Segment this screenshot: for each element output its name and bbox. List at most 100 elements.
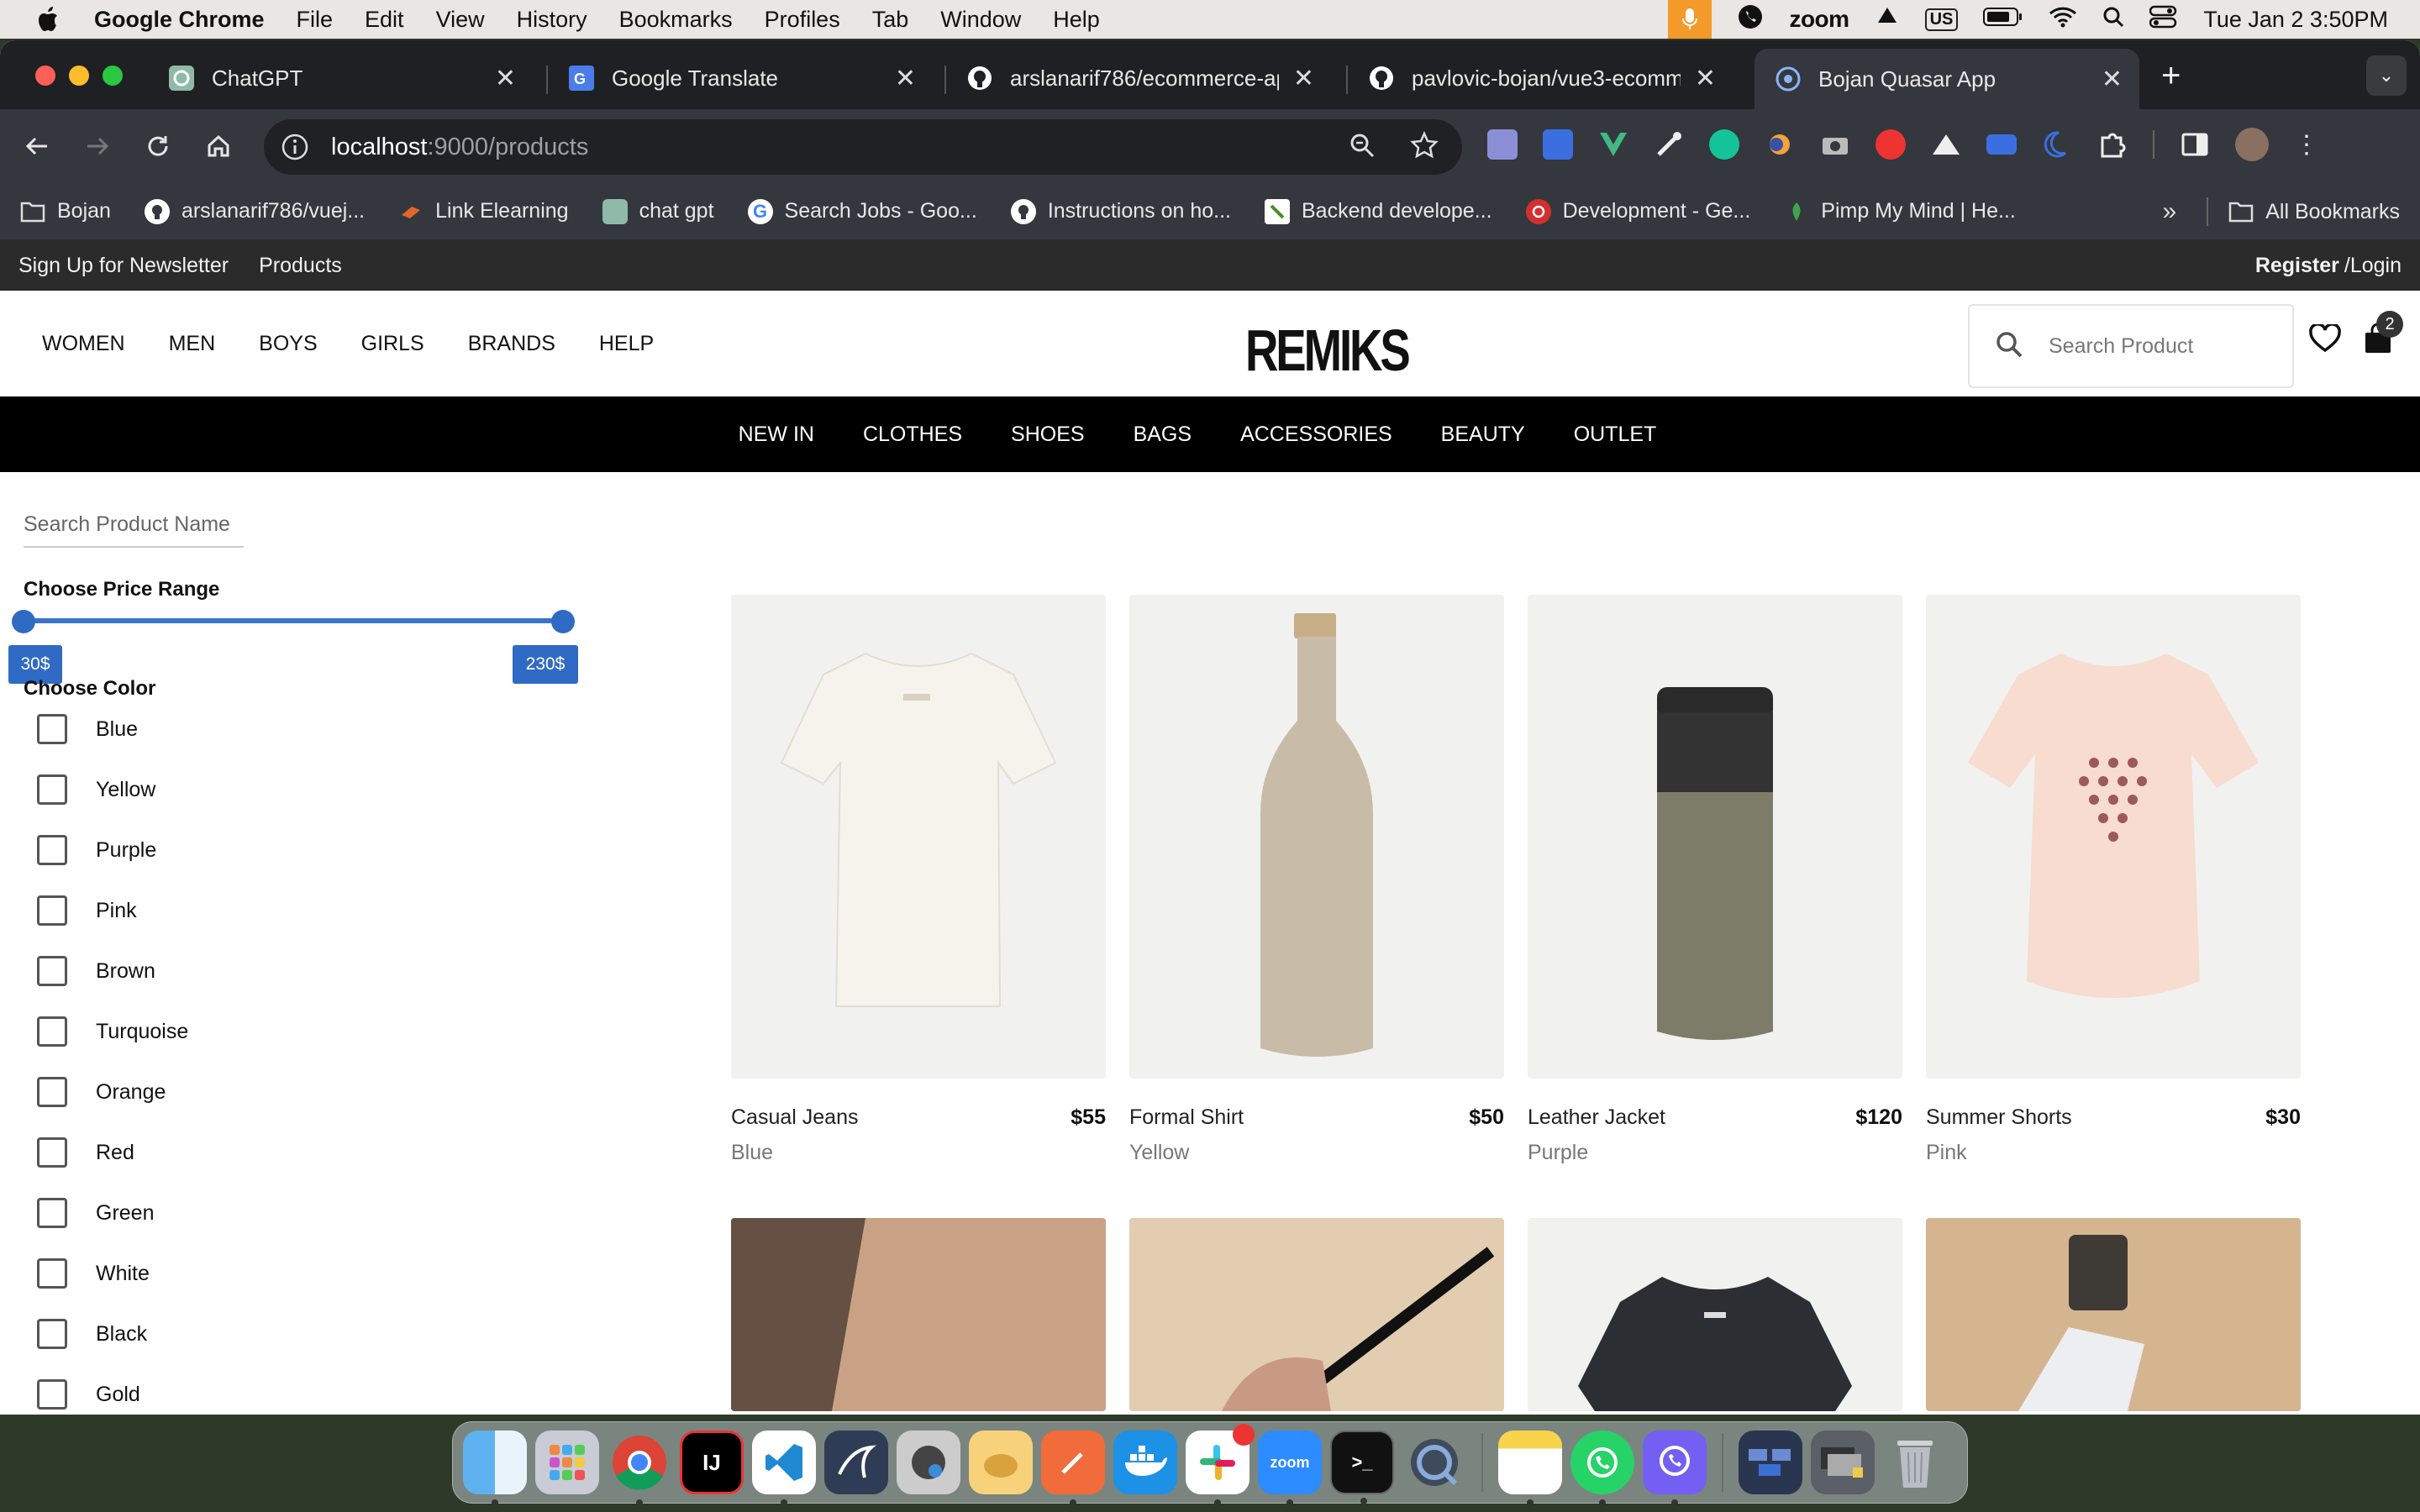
nav-men[interactable]: MEN — [169, 332, 216, 356]
vue-devtools-icon[interactable] — [1598, 129, 1628, 160]
product-card[interactable]: Formal Shirt $50 Yellow — [1129, 595, 1504, 1164]
bookmark-pimp-my-mind[interactable]: Pimp My Mind | He... — [1784, 199, 2016, 224]
tab-github-ecommerce-app[interactable]: arslanarif786/ecommerce-app ✕ — [946, 52, 1331, 104]
products-link[interactable]: Products — [259, 254, 342, 278]
intellij-icon[interactable]: IJ — [680, 1431, 744, 1494]
color-option-turquoise[interactable]: Turquoise — [37, 1001, 188, 1062]
checkbox[interactable] — [37, 956, 67, 986]
color-option-purple[interactable]: Purple — [37, 820, 188, 880]
category-new-in[interactable]: NEW IN — [739, 423, 814, 447]
bookmark-backend-developer[interactable]: Backend develope... — [1265, 198, 1492, 224]
checkbox[interactable] — [37, 1319, 67, 1349]
checkbox[interactable] — [37, 1016, 67, 1047]
menu-view[interactable]: View — [436, 7, 485, 33]
notes-icon[interactable] — [1498, 1431, 1562, 1506]
close-window-button[interactable] — [35, 66, 55, 86]
category-outlet[interactable]: OUTLET — [1574, 423, 1657, 447]
close-tab-icon[interactable]: ✕ — [2102, 65, 2123, 94]
bookmark-bojan[interactable]: Bojan — [20, 199, 111, 224]
close-tab-icon[interactable]: ✕ — [495, 64, 516, 93]
side-panel-icon[interactable] — [2180, 129, 2210, 160]
menu-bookmarks[interactable]: Bookmarks — [619, 7, 733, 33]
product-card[interactable]: Leather Jacket $120 Purple — [1528, 595, 1902, 1164]
category-shoes[interactable]: SHOES — [1011, 423, 1085, 447]
zoom-status-label[interactable]: zoom — [1789, 6, 1849, 33]
tab-chatgpt[interactable]: ChatGPT ✕ — [148, 52, 533, 104]
launchpad-icon[interactable] — [535, 1431, 599, 1494]
reload-icon[interactable] — [141, 129, 175, 163]
product-image-ceramic-bottle[interactable] — [1129, 595, 1504, 1079]
bookmark-development[interactable]: Development - Ge... — [1525, 198, 1750, 224]
color-option-gold[interactable]: Gold — [37, 1364, 188, 1415]
category-bags[interactable]: BAGS — [1134, 423, 1192, 447]
docker-icon[interactable] — [1113, 1431, 1177, 1494]
newsletter-link[interactable]: Sign Up for Newsletter — [18, 254, 229, 278]
site-logo[interactable]: REMIKS — [1245, 321, 1411, 380]
extension-moon-icon[interactable] — [2042, 129, 2072, 160]
devtools-extension-icon[interactable] — [1487, 129, 1518, 160]
back-arrow-icon[interactable] — [20, 129, 54, 163]
register-link[interactable]: Register — [2255, 254, 2339, 278]
site-info-icon[interactable] — [281, 133, 309, 161]
control-center-icon[interactable] — [2149, 5, 2178, 34]
product-name[interactable]: Casual Jeans — [731, 1105, 858, 1130]
color-option-green[interactable]: Green — [37, 1183, 188, 1243]
product-card[interactable]: Casual Jeans $55 Blue — [731, 595, 1106, 1164]
menu-tab[interactable]: Tab — [872, 7, 909, 33]
color-option-blue[interactable]: Blue — [37, 699, 188, 759]
bookmarks-overflow-chevron-icon[interactable]: » — [2163, 197, 2177, 226]
product-image-desk-mug[interactable] — [1926, 1218, 2301, 1411]
bookmark-search-jobs[interactable]: G Search Jobs - Goo... — [747, 198, 977, 224]
grammarly-icon[interactable] — [1709, 129, 1739, 160]
category-clothes[interactable]: CLOTHES — [863, 423, 962, 447]
all-bookmarks-button[interactable]: All Bookmarks — [2228, 199, 2400, 224]
color-option-pink[interactable]: Pink — [37, 880, 188, 941]
nav-help[interactable]: HELP — [599, 332, 654, 356]
product-card[interactable] — [1926, 1218, 2301, 1411]
checkbox[interactable] — [37, 895, 67, 926]
checkbox[interactable] — [37, 774, 67, 805]
extensions-puzzle-icon[interactable] — [2097, 129, 2128, 160]
viber-status-icon[interactable] — [1737, 3, 1764, 36]
product-image-pink-tshirt[interactable] — [1926, 595, 2301, 1079]
tab-github-vue3-ecommerce[interactable]: pavlovic-bojan/vue3-ecommerce ✕ — [1348, 52, 1733, 104]
terminal-icon[interactable]: >_ — [1330, 1431, 1394, 1504]
product-image-white-tshirt[interactable] — [731, 595, 1106, 1079]
nav-boys[interactable]: BOYS — [259, 332, 317, 356]
tab-bojan-quasar-app[interactable]: Bojan Quasar App ✕ — [1754, 49, 2139, 109]
zoom-window-button[interactable] — [103, 66, 123, 86]
menu-help[interactable]: Help — [1053, 7, 1100, 33]
apple-logo-icon[interactable] — [34, 5, 62, 34]
home-icon[interactable] — [202, 129, 235, 163]
nav-women[interactable]: WOMEN — [42, 332, 125, 356]
mysql-workbench-icon[interactable] — [824, 1431, 888, 1494]
wishlist-heart-icon[interactable] — [2309, 323, 2341, 357]
menu-file[interactable]: File — [297, 7, 334, 33]
wifi-icon[interactable] — [2049, 6, 2077, 34]
product-name[interactable]: Formal Shirt — [1129, 1105, 1244, 1130]
product-image-tumbler[interactable] — [1528, 595, 1902, 1079]
bookmark-link-elearning[interactable]: Link Elearning — [398, 199, 569, 224]
menu-history[interactable]: History — [517, 7, 587, 33]
price-range-track[interactable] — [24, 618, 563, 623]
product-image-leather[interactable] — [731, 1218, 1106, 1411]
bookmark-instructions[interactable]: Instructions on ho... — [1010, 198, 1231, 224]
profile-avatar[interactable] — [2235, 128, 2269, 161]
close-tab-icon[interactable]: ✕ — [895, 64, 916, 93]
creative-cloud-icon[interactable] — [1875, 4, 1900, 35]
login-link[interactable]: /Login — [2344, 254, 2402, 278]
address-bar[interactable]: localhost:9000/products — [264, 119, 1462, 175]
checkbox[interactable] — [37, 1198, 67, 1228]
product-card[interactable] — [731, 1218, 1106, 1411]
extension-blue-icon[interactable] — [1543, 129, 1573, 160]
menu-app-name[interactable]: Google Chrome — [94, 7, 265, 33]
extension-mountain-icon[interactable] — [1931, 129, 1961, 160]
checkbox[interactable] — [37, 1137, 67, 1168]
tab-google-translate[interactable]: G Google Translate ✕ — [548, 52, 933, 104]
product-card[interactable] — [1129, 1218, 1504, 1411]
close-tab-icon[interactable]: ✕ — [1695, 64, 1716, 93]
bookmark-star-icon[interactable] — [1410, 130, 1439, 164]
screenshots-stack-icon[interactable] — [1811, 1431, 1875, 1494]
product-image-pen[interactable] — [1129, 1218, 1504, 1411]
whatsapp-icon[interactable] — [1570, 1431, 1634, 1506]
